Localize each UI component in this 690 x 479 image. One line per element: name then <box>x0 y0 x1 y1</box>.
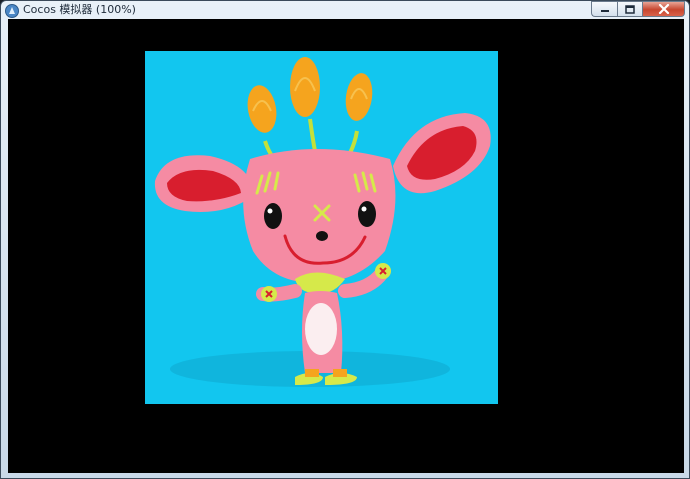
simulator-client-area[interactable] <box>8 19 684 473</box>
minimize-button[interactable] <box>591 1 617 17</box>
close-button[interactable] <box>643 1 685 17</box>
pink-character-illustration <box>154 57 491 387</box>
maximize-button[interactable] <box>617 1 643 17</box>
title-bar[interactable]: Cocos 模拟器 (100%) <box>1 1 689 19</box>
window-controls <box>591 1 685 18</box>
cocos-app-icon <box>5 3 19 18</box>
window-title: Cocos 模拟器 (100%) <box>23 3 136 16</box>
game-viewport[interactable] <box>145 51 498 404</box>
simulator-window: Cocos 模拟器 (100%) <box>0 0 690 479</box>
maximize-icon <box>625 4 635 14</box>
close-icon <box>658 4 670 14</box>
minimize-icon <box>600 5 610 13</box>
